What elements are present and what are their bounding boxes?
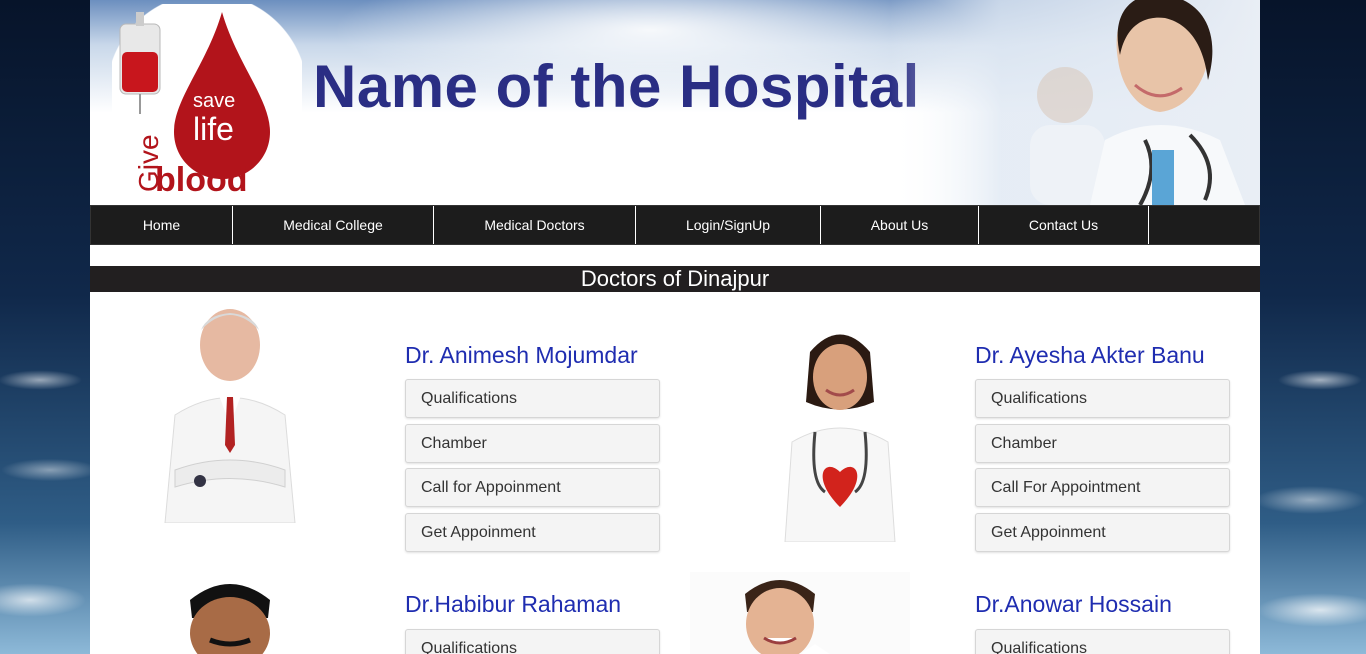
svg-text:blood: blood [155, 161, 248, 199]
qualifications-button[interactable]: Qualifications [405, 629, 660, 654]
qualifications-button[interactable]: Qualifications [405, 379, 660, 418]
doctor-name: Dr. Animesh Mojumdar [405, 342, 638, 368]
doctor-photo [135, 305, 325, 524]
logo: save life Give blood [112, 4, 302, 200]
chamber-button[interactable]: Chamber [405, 424, 660, 463]
blood-drop-logo-icon: save life Give blood [119, 12, 270, 199]
get-appointment-button[interactable]: Get Appoinment [975, 513, 1230, 552]
nav-contact-us[interactable]: Contact Us [979, 206, 1149, 244]
qualifications-button[interactable]: Qualifications [975, 379, 1230, 418]
nav-about-us[interactable]: About Us [821, 206, 979, 244]
doctor-name: Dr.Anowar Hossain [975, 591, 1172, 617]
page-container: save life Give blood Name of the Hospita… [90, 0, 1260, 654]
site-header: save life Give blood Name of the Hospita… [90, 0, 1260, 205]
background-left [0, 0, 90, 654]
doctor-name: Dr.Habibur Rahaman [405, 591, 622, 617]
svg-text:life: life [193, 111, 234, 147]
doctor-photo [170, 578, 290, 654]
chamber-button[interactable]: Chamber [975, 424, 1230, 463]
svg-text:save: save [193, 90, 235, 112]
section-title: Doctors of Dinajpur [90, 266, 1260, 292]
background-right [1260, 0, 1366, 654]
main-nav: Home Medical College Medical Doctors Log… [90, 205, 1260, 245]
doctor-photo [770, 322, 910, 543]
doctor-name: Dr. Ayesha Akter Banu [975, 342, 1205, 368]
get-appointment-button[interactable]: Get Appoinment [405, 513, 660, 552]
hero-doctor-image [890, 0, 1260, 205]
nav-login-signup[interactable]: Login/SignUp [636, 206, 821, 244]
nav-home[interactable]: Home [91, 206, 233, 244]
call-appointment-button[interactable]: Call for Appoinment [405, 468, 660, 507]
nav-medical-doctors[interactable]: Medical Doctors [434, 206, 636, 244]
site-title: Name of the Hospital [313, 53, 920, 120]
doctor-photo [690, 572, 910, 654]
call-appointment-button[interactable]: Call For Appointment [975, 468, 1230, 507]
nav-medical-college[interactable]: Medical College [233, 206, 434, 244]
qualifications-button[interactable]: Qualifications [975, 629, 1230, 654]
